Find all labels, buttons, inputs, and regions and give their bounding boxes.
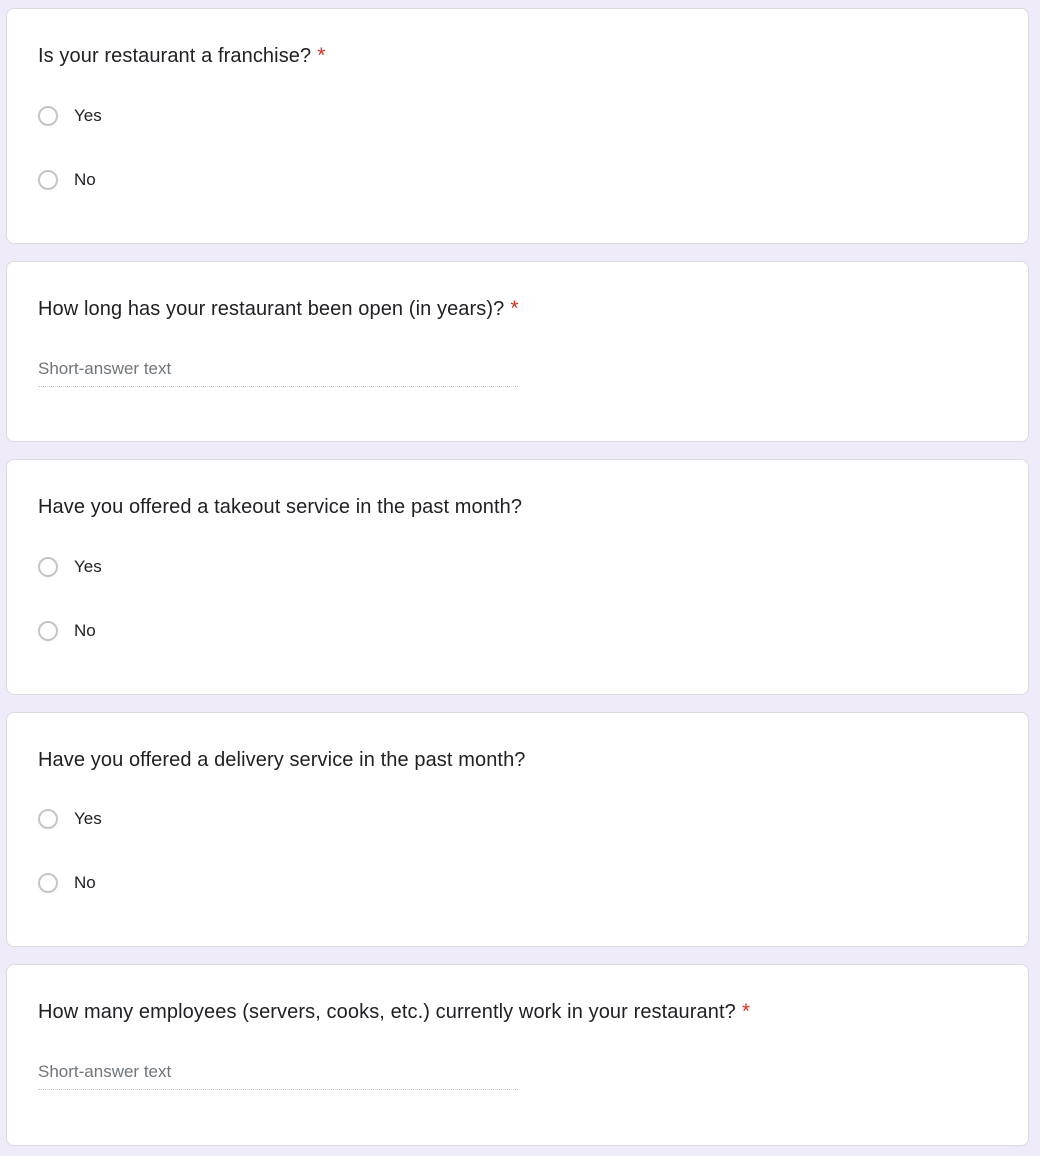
question-title: How many employees (servers, cooks, etc.… bbox=[38, 998, 750, 1026]
required-asterisk: * bbox=[317, 44, 326, 67]
option-label: Yes bbox=[74, 809, 102, 828]
option-no[interactable]: No bbox=[38, 167, 96, 193]
option-no[interactable]: No bbox=[38, 618, 96, 644]
question-text: Have you offered a takeout service in th… bbox=[38, 496, 523, 518]
question-title: Have you offered a takeout service in th… bbox=[38, 493, 522, 521]
question-text: How many employees (servers, cooks, etc.… bbox=[38, 1001, 736, 1023]
short-answer-placeholder: Short-answer text bbox=[38, 359, 172, 378]
option-yes[interactable]: Yes bbox=[38, 554, 102, 580]
option-yes[interactable]: Yes bbox=[38, 806, 102, 832]
question-title: Is your restaurant a franchise? * bbox=[38, 42, 326, 70]
radio-button[interactable] bbox=[38, 557, 58, 577]
question-title: Have you offered a delivery service in t… bbox=[38, 746, 526, 774]
option-label: Yes bbox=[74, 557, 102, 576]
option-label: Yes bbox=[74, 106, 102, 125]
option-no[interactable]: No bbox=[38, 870, 96, 896]
question-title: How long has your restaurant been open (… bbox=[38, 295, 519, 323]
option-yes[interactable]: Yes bbox=[38, 103, 102, 129]
short-answer-input[interactable]: Short-answer text bbox=[38, 1060, 518, 1090]
question-text: Have you offered a delivery service in t… bbox=[38, 749, 526, 771]
radio-button[interactable] bbox=[38, 809, 58, 829]
radio-button[interactable] bbox=[38, 106, 58, 126]
short-answer-input[interactable]: Short-answer text bbox=[38, 357, 518, 387]
question-card-employees: How many employees (servers, cooks, etc.… bbox=[6, 964, 1029, 1146]
radio-button[interactable] bbox=[38, 170, 58, 190]
radio-button[interactable] bbox=[38, 621, 58, 641]
question-card-years-open: How long has your restaurant been open (… bbox=[6, 261, 1029, 442]
question-card-franchise: Is your restaurant a franchise? * Yes No bbox=[6, 8, 1029, 244]
question-text: How long has your restaurant been open (… bbox=[38, 298, 505, 320]
option-label: No bbox=[74, 873, 96, 892]
short-answer-placeholder: Short-answer text bbox=[38, 1062, 172, 1081]
radio-button[interactable] bbox=[38, 873, 58, 893]
option-label: No bbox=[74, 621, 96, 640]
question-card-delivery: Have you offered a delivery service in t… bbox=[6, 712, 1029, 947]
required-asterisk: * bbox=[741, 1000, 751, 1023]
question-card-takeout: Have you offered a takeout service in th… bbox=[6, 459, 1029, 695]
question-text: Is your restaurant a franchise? bbox=[38, 45, 312, 67]
required-asterisk: * bbox=[510, 297, 519, 320]
option-label: No bbox=[74, 170, 96, 189]
